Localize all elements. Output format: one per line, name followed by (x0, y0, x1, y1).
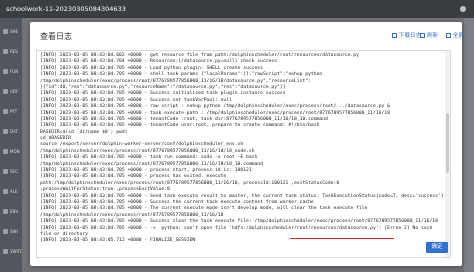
log-scrollbar-thumb[interactable] (446, 113, 449, 173)
sidebar-item-label: PYT (10, 109, 18, 114)
sidebar-item-label: UDF (10, 89, 19, 94)
sidebar-item-label: SEC (10, 169, 18, 174)
download-log-button[interactable]: 下载日志 (392, 30, 421, 42)
sidebar-item-icon (3, 189, 8, 194)
user-avatar[interactable] (460, 6, 466, 12)
window-title: schoolwork-11-20230305084304633 (6, 5, 126, 13)
download-icon (392, 33, 397, 38)
sidebar-item[interactable]: RES (0, 44, 22, 60)
sidebar-item-label: ALE (10, 189, 18, 194)
top-bar: schoolwork-11-20230305084304633 (0, 0, 474, 18)
refresh-label: 刷新 (427, 33, 439, 39)
sidebar-item-label: MON (10, 149, 20, 154)
log-line: [INFO] 2023-03-05 08:43:04.705 +0000 - r… (40, 104, 390, 110)
log-line: [INFO] 2023-03-05 08:43:04.705 +0000 - -… (40, 225, 433, 231)
sidebar-item-label: SWITCH (10, 249, 22, 254)
dialog-title: 查看日志 (40, 32, 72, 41)
sidebar-item[interactable]: SWITCH (0, 244, 22, 260)
sidebar-item-label: FUN (10, 69, 19, 74)
sidebar-item-icon (3, 149, 8, 154)
refresh-button[interactable]: 刷新 (420, 30, 438, 42)
sidebar-item[interactable]: ENV (0, 204, 22, 220)
sidebar-item-icon (3, 29, 8, 34)
sidebar-item[interactable]: MON (0, 144, 22, 160)
fullscreen-button[interactable]: 全屏 (446, 30, 464, 42)
sidebar-item[interactable]: SWI (0, 224, 22, 240)
sidebar-item[interactable]: UDF (0, 84, 22, 100)
sidebar-item[interactable]: DAT (0, 124, 22, 140)
sidebar-item-label: ENV (10, 209, 19, 214)
sidebar-item-icon (3, 69, 8, 74)
log-dialog: 查看日志 下载日志 刷新 全屏 [INFO] 2023-03-05 08:43:… (30, 22, 464, 266)
sidebar-item[interactable]: SHE (0, 24, 22, 40)
sidebar-item-icon (3, 229, 8, 234)
sidebar-item[interactable]: SEC (0, 164, 22, 180)
refresh-icon (420, 33, 425, 38)
sidebar-item-icon (3, 169, 8, 174)
sidebar-item-label: SWI (10, 229, 18, 234)
log-line: [INFO] 2023-03-05 08:43:05.712 +0000 - F… (40, 238, 196, 244)
download-log-label: 下载日志 (399, 33, 422, 39)
sidebar-item-icon (3, 209, 8, 214)
sidebar-item[interactable]: ALE (0, 184, 22, 200)
sidebar-item[interactable]: FUN (0, 64, 22, 80)
background-panel-edge (464, 18, 474, 272)
log-line: [INFO] 2023-03-05 08:43:04.705 +0000 - t… (40, 110, 390, 116)
error-underline (290, 238, 394, 240)
sidebar-item-icon (3, 109, 8, 114)
sidebar-item-icon (3, 89, 8, 94)
fullscreen-label: 全屏 (453, 33, 465, 39)
sidebar-item-label: SHE (10, 29, 19, 34)
sidebar: SHE RES FUN UDF PYT DAT MON SEC ALE ENV SWI SWITCH (0, 18, 22, 272)
sidebar-item-icon (3, 129, 8, 134)
sidebar-item-icon (3, 249, 8, 254)
fullscreen-icon (446, 33, 451, 38)
sidebar-item-icon (3, 49, 8, 54)
ok-button[interactable]: 确定 (426, 242, 448, 253)
sidebar-item-label: DAT (10, 129, 18, 134)
sidebar-item-label: RES (10, 49, 18, 54)
log-content[interactable]: [INFO] 2023-03-05 08:43:04.602 +0000 - g… (36, 50, 451, 258)
sidebar-item[interactable]: PYT (0, 104, 22, 120)
